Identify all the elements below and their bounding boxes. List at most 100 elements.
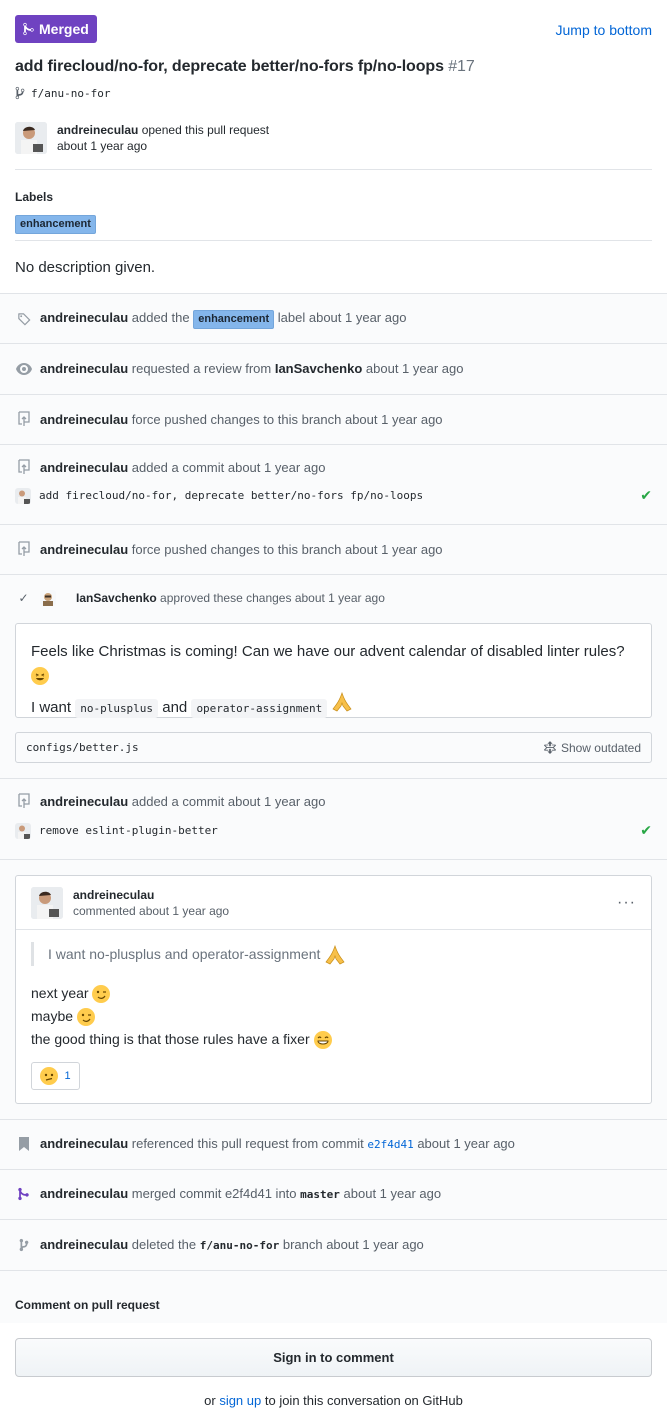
event-text: label about 1 year ago: [277, 310, 407, 325]
branch-name: f/anu-no-for: [31, 86, 111, 100]
labels-list: enhancement: [15, 214, 96, 234]
opened-author[interactable]: andreineculau: [57, 123, 138, 137]
signup-prompt: or sign up to join this conversation on …: [0, 1393, 667, 1408]
event-actor[interactable]: andreineculau: [40, 1136, 128, 1151]
review-approved-event: ✓ IanSavchenko approved these changes ab…: [15, 590, 652, 606]
eye-icon: [15, 362, 32, 375]
reviewer-name[interactable]: IanSavchenko: [275, 361, 362, 376]
label-enhancement[interactable]: enhancement: [15, 215, 96, 234]
reaction-confused-button[interactable]: 1: [31, 1062, 80, 1090]
commit-row: add firecloud/no-for, deprecate better/n…: [15, 487, 652, 504]
comment-form-header: [0, 1271, 667, 1323]
grin-emoji-icon: [313, 1031, 332, 1050]
kebab-icon[interactable]: ···: [617, 894, 636, 912]
event-text: about 1 year ago: [343, 1186, 442, 1201]
event-actor[interactable]: andreineculau: [40, 794, 128, 809]
event-text: about 1 year ago: [365, 361, 464, 376]
merge-event: andreineculau merged commit e2f4d41 into…: [15, 1186, 652, 1201]
event-text: about 1 year ago: [417, 1136, 515, 1151]
comment-form-heading: Comment on pull request: [15, 1298, 160, 1312]
merged-label: Merged: [39, 21, 89, 37]
pray-emoji-icon: [324, 945, 346, 965]
sign-in-button[interactable]: Sign in to comment: [15, 1338, 652, 1377]
review-file-header: configs/better.js Show outdated: [15, 732, 652, 763]
event-actor[interactable]: IanSavchenko: [76, 591, 157, 605]
event-actor[interactable]: andreineculau: [40, 310, 128, 325]
pr-title: add firecloud/no-for, deprecate better/n…: [15, 58, 475, 76]
commit-message[interactable]: add firecloud/no-for, deprecate better/n…: [39, 489, 423, 502]
divider: [0, 1219, 667, 1220]
label-event: andreineculau added the enhancement labe…: [15, 310, 652, 329]
comment-line: maybe: [31, 1008, 74, 1024]
comment-card: andreineculau commented about 1 year ago…: [15, 875, 652, 1104]
divider: [15, 240, 652, 241]
event-actor[interactable]: andreineculau: [40, 1237, 128, 1252]
pr-number: #17: [448, 58, 475, 75]
avatar[interactable]: [40, 590, 56, 606]
review-text-line1: Feels like Christmas is coming! Can we h…: [31, 643, 625, 660]
event-actor[interactable]: andreineculau: [40, 412, 128, 427]
branch-deleted-event: andreineculau deleted the f/anu-no-for b…: [15, 1237, 652, 1252]
event-text: deleted the: [131, 1237, 197, 1252]
avatar[interactable]: [15, 822, 31, 839]
pray-emoji-icon: [331, 691, 353, 716]
divider: [0, 293, 667, 294]
event-text: added a commit about 1 year ago: [131, 459, 326, 475]
unfold-icon: [543, 740, 556, 754]
check-icon: ✓: [18, 591, 29, 605]
deleted-branch: f/anu-no-for: [199, 1239, 280, 1252]
event-actor[interactable]: andreineculau: [40, 542, 128, 557]
jump-to-bottom-link[interactable]: Jump to bottom: [556, 22, 653, 38]
divider: [0, 343, 667, 344]
check-icon[interactable]: ✔: [640, 822, 652, 839]
event-text: force pushed changes to this branch abou…: [131, 411, 443, 427]
repo-push-icon: [15, 411, 32, 427]
comment-author[interactable]: andreineculau: [73, 887, 229, 903]
sign-up-link[interactable]: sign up: [219, 1393, 261, 1408]
review-text-and: and: [162, 699, 188, 716]
comment-header: andreineculau commented about 1 year ago…: [16, 876, 651, 930]
target-branch[interactable]: master: [300, 1188, 340, 1201]
wink-emoji-icon: [76, 1008, 95, 1027]
show-outdated-button[interactable]: Show outdated: [543, 740, 641, 755]
commit-message[interactable]: remove eslint-plugin-better: [39, 824, 218, 837]
review-request-event: andreineculau requested a review from Ia…: [15, 361, 652, 376]
event-text: referenced this pull request from commit: [131, 1136, 364, 1151]
event-text: approved these changes about 1 year ago: [160, 591, 385, 605]
check-icon[interactable]: ✔: [640, 487, 652, 504]
event-text: added a commit about 1 year ago: [131, 793, 326, 809]
label-enhancement[interactable]: enhancement: [193, 310, 275, 329]
git-branch-icon: [15, 1238, 32, 1252]
comment-time: commented about 1 year ago: [73, 903, 230, 918]
pr-description: No description given.: [15, 259, 156, 276]
tag-icon: [15, 312, 32, 327]
commit-added-event: andreineculau added a commit about 1 yea…: [15, 459, 652, 475]
event-actor[interactable]: andreineculau: [40, 460, 128, 475]
opened-time: about 1 year ago: [57, 139, 148, 153]
repo-push-icon: [15, 459, 32, 475]
event-text: merged commit e2f4d41 into: [131, 1186, 297, 1201]
quoted-text: I want no-plusplus and operator-assignme…: [31, 942, 346, 966]
opened-action: opened this pull request: [141, 123, 270, 137]
pr-title-text: add firecloud/no-for, deprecate better/n…: [15, 58, 444, 75]
event-actor[interactable]: andreineculau: [40, 361, 128, 376]
event-text: branch about 1 year ago: [282, 1237, 424, 1252]
avatar[interactable]: [31, 886, 63, 919]
code-no-plusplus: no-plusplus: [75, 699, 159, 718]
bookmark-icon: [15, 1136, 32, 1151]
reference-event: andreineculau referenced this pull reque…: [15, 1136, 652, 1151]
head-branch: f/anu-no-for: [15, 86, 110, 100]
laughing-emoji-icon: [31, 667, 49, 686]
avatar[interactable]: [15, 487, 31, 504]
divider: [15, 169, 652, 170]
divider: [0, 574, 667, 575]
pr-opened-info: andreineculau opened this pull request a…: [15, 122, 269, 154]
merged-status-badge: Merged: [15, 15, 97, 43]
event-actor[interactable]: andreineculau: [40, 1186, 128, 1201]
avatar[interactable]: [15, 122, 47, 154]
commit-sha-link[interactable]: e2f4d41: [367, 1138, 413, 1151]
file-path[interactable]: configs/better.js: [26, 741, 139, 754]
reaction-count: 1: [64, 1070, 71, 1082]
review-comment-body: Feels like Christmas is coming! Can we h…: [15, 623, 652, 718]
repo-push-icon: [15, 793, 32, 809]
